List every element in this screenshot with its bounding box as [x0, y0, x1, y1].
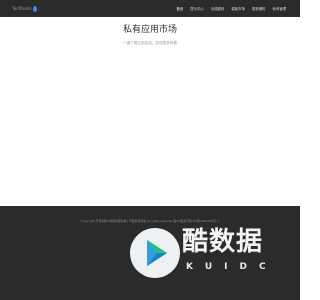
watermark-logo: 酷数据 KUIDC: [130, 224, 280, 284]
droplet-icon: [32, 5, 37, 12]
logo-text: TestRedis: [12, 6, 32, 11]
copyright-text: Copyright 开源客服AI智能客服系统 | 开发者测试站 All righ…: [81, 219, 219, 223]
nav-item-updates[interactable]: 更新通知: [252, 6, 266, 11]
nav-item-private[interactable]: 私有管理: [272, 6, 286, 11]
nav-menu: 首页 提示中心 功能模块 模板市场 更新通知 私有管理: [176, 0, 286, 17]
hero-section: 私有应用市场 一键下载立即启用，发现更多惊喜: [0, 24, 300, 46]
nav-item-templates[interactable]: 模板市场: [231, 6, 245, 11]
top-navbar: TestRedis ... 首页 提示中心 功能模块 模板市场 更新通知 私有管…: [0, 0, 300, 17]
watermark-subtext: KUIDC: [186, 262, 278, 272]
nav-item-features[interactable]: 功能模块: [211, 6, 225, 11]
page-subtitle: 一键下载立即启用，发现更多惊喜: [123, 41, 177, 45]
logo-text-suffix: ...: [37, 6, 42, 11]
watermark-text: 酷数据: [182, 227, 264, 257]
logo[interactable]: TestRedis ...: [12, 4, 41, 13]
nav-item-home[interactable]: 首页: [176, 6, 183, 11]
nav-item-tips[interactable]: 提示中心: [190, 6, 204, 11]
play-icon: [130, 228, 180, 278]
page-title: 私有应用市场: [122, 25, 177, 35]
